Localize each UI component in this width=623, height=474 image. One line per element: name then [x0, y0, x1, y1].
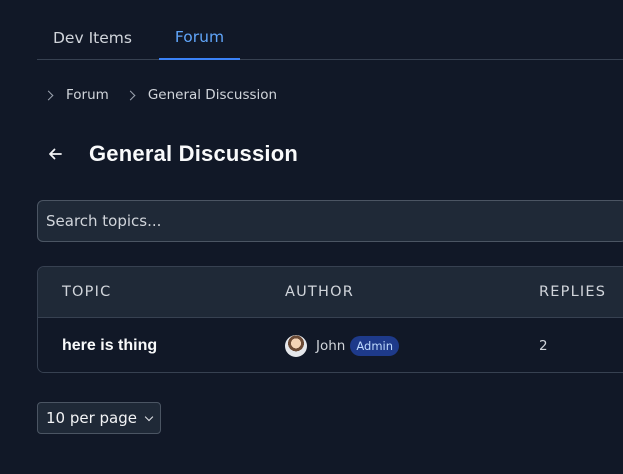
column-header-replies[interactable]: REPLIES: [539, 267, 606, 317]
tab-forum[interactable]: Forum: [159, 18, 240, 60]
back-button[interactable]: [44, 138, 66, 170]
title-row: General Discussion: [44, 138, 298, 170]
page-title: General Discussion: [89, 141, 299, 166]
arrow-left-icon: [49, 148, 62, 160]
breadcrumb-forum[interactable]: Forum: [66, 87, 109, 103]
per-page-value: 10 per page: [46, 409, 138, 427]
role-badge: Admin: [350, 336, 400, 356]
chevron-right-icon: [43, 90, 54, 100]
column-header-topic[interactable]: TOPIC: [62, 267, 111, 317]
tab-dev-items[interactable]: Dev Items: [37, 18, 159, 59]
table-row[interactable]: here is thing John Admin 2: [38, 318, 623, 372]
search-input[interactable]: [37, 200, 623, 242]
topics-table: TOPIC AUTHOR REPLIES here is thing John …: [37, 266, 623, 373]
breadcrumb: Forum General Discussion: [43, 87, 295, 103]
per-page-select[interactable]: 10 per page: [37, 402, 161, 434]
chevron-down-icon: [144, 412, 154, 422]
author-cell: John Admin: [285, 318, 400, 372]
breadcrumb-general-discussion: General Discussion: [147, 87, 278, 103]
table-header: TOPIC AUTHOR REPLIES: [38, 267, 623, 318]
column-header-author[interactable]: AUTHOR: [285, 267, 354, 317]
author-name: John: [316, 338, 346, 354]
avatar: [285, 335, 307, 357]
replies-count: 2: [539, 338, 548, 354]
topic-link[interactable]: here is thing: [62, 318, 157, 372]
tab-bar: Dev Items Forum: [37, 18, 623, 60]
chevron-right-icon: [125, 90, 136, 100]
